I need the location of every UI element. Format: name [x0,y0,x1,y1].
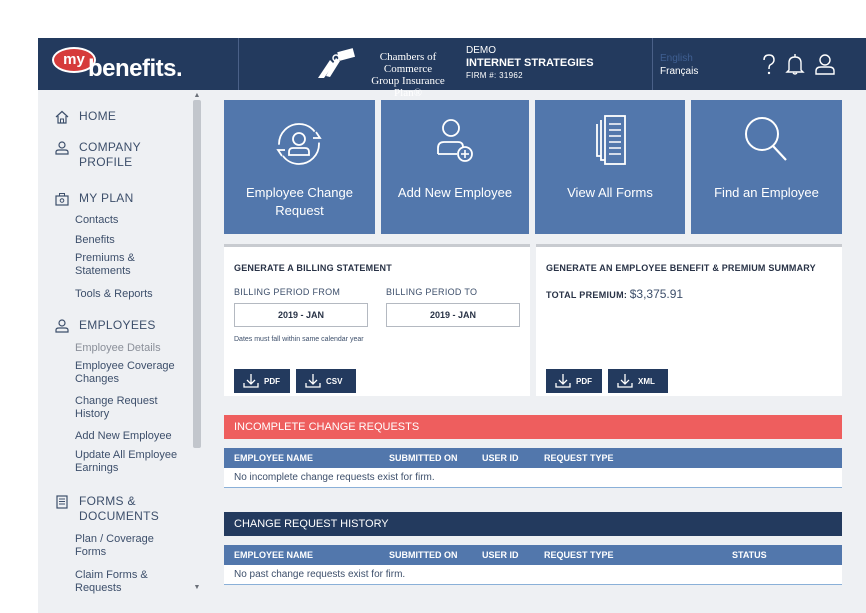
demo-label: DEMO [466,45,496,56]
tile-view-all-forms[interactable]: View All Forms [535,100,685,234]
sidebar-label-company: COMPANY PROFILE [79,140,199,170]
col-request-type[interactable]: REQUEST TYPE [544,448,614,468]
chamber-line-2: Group Insurance Plan® [371,75,445,99]
summary-pdf-button[interactable]: PDF [546,369,602,393]
top-header: my benefits. Chambers of Commerce Group … [38,38,866,99]
sidebar-item-contacts[interactable]: Contacts [75,214,189,227]
sidebar-item-employee-details[interactable]: Employee Details [75,342,189,355]
billing-from-select[interactable]: 2019 - JAN [234,303,368,327]
sidebar-label-employees: EMPLOYEES [79,318,156,332]
sidebar-label-company-line1: COMPANY [79,140,141,154]
summary-xml-label: XML [638,377,655,386]
firm-name: INTERNET STRATEGIES [466,57,594,69]
tile-label-find-employee: Find an Employee [714,185,819,200]
firm-info: DEMO INTERNET STRATEGIES FIRM #: 31962 [466,45,594,82]
lang-french-link[interactable]: Français [660,65,698,78]
sidebar-item-coverage-changes[interactable]: Employee Coverage Changes [75,360,189,386]
sidebar-item-plan-coverage-forms[interactable]: Plan / Coverage Forms [75,533,165,559]
total-premium-value: $3,375.91 [629,287,684,301]
header-divider [238,38,239,90]
billing-csv-button[interactable]: CSV [296,369,356,393]
incomplete-table-header: EMPLOYEE NAME SUBMITTED ON USER ID REQUE… [224,448,842,468]
benefit-summary-card: GENERATE AN EMPLOYEE BENEFIT & PREMIUM S… [536,244,842,396]
sidebar-item-update-earnings[interactable]: Update All Employee Earnings [75,449,189,475]
sidebar-item-add-new-employee[interactable]: Add New Employee [75,430,189,443]
forms-icon [596,115,626,165]
sidebar-label-forms: FORMS & DOCUMENTS [79,494,199,524]
bell-icon[interactable] [784,52,806,76]
billing-card-title: GENERATE A BILLING STATEMENT [234,263,392,273]
billing-statement-card: GENERATE A BILLING STATEMENT BILLING PER… [224,244,530,396]
sidebar-item-tools-reports[interactable]: Tools & Reports [75,288,189,301]
col-request-type[interactable]: REQUEST TYPE [544,545,614,565]
person-icon [55,319,69,333]
home-icon [55,110,69,124]
billing-pdf-button[interactable]: PDF [234,369,290,393]
col-user-id[interactable]: USER ID [482,545,519,565]
sidebar-item-benefits[interactable]: Benefits [75,234,189,247]
col-status[interactable]: STATUS [732,545,767,565]
mybenefits-logo[interactable]: my benefits. [52,45,212,83]
tile-label-view-forms: View All Forms [567,185,653,200]
col-employee-name[interactable]: EMPLOYEE NAME [234,448,313,468]
scroll-up-arrow-icon[interactable]: ▲ [193,92,201,100]
download-icon [555,374,571,388]
col-user-id[interactable]: USER ID [482,448,519,468]
history-table-header: EMPLOYEE NAME SUBMITTED ON USER ID REQUE… [224,545,842,565]
change-request-icon [276,123,322,165]
tile-employee-change-request[interactable]: Employee Change Request [224,100,375,234]
help-icon[interactable] [758,52,780,76]
firm-number: FIRM #: 31962 [466,71,523,80]
sidebar-item-change-request-history[interactable]: Change Request History [75,395,165,421]
history-empty-row: No past change requests exist for firm. [224,565,842,585]
sidebar-label-my-plan: MY PLAN [79,191,134,205]
billing-pdf-label: PDF [264,377,280,386]
user-icon[interactable] [814,52,836,76]
search-icon [745,117,787,161]
tile-label-change-request: Employee Change Request [246,185,353,218]
summary-xml-button[interactable]: XML [608,369,668,393]
language-switch: English Français [660,52,698,78]
app-window: my benefits. Chambers of Commerce Group … [38,38,866,613]
person-icon [55,141,69,155]
sidebar-label-forms-line2: DOCUMENTS [79,509,160,523]
incomplete-empty-row: No incomplete change requests exist for … [224,468,842,488]
logo-wordmark: benefits. [88,55,183,82]
sidebar-label-home: HOME [79,109,117,123]
tile-add-new-employee[interactable]: Add New Employee [381,100,529,234]
summary-pdf-label: PDF [576,377,592,386]
total-premium-line: TOTAL PREMIUM: $3,375.91 [546,287,683,301]
incomplete-requests-header: INCOMPLETE CHANGE REQUESTS [224,415,842,439]
chamber-keys-icon [318,48,356,78]
sidebar-item-claim-forms[interactable]: Claim Forms & Requests [75,569,165,595]
billing-from-label: BILLING PERIOD FROM [234,287,341,297]
billing-to-label: BILLING PERIOD TO [386,287,478,297]
sidebar-scroll-thumb[interactable] [193,100,201,448]
billing-date-note: Dates must fall within same calendar yea… [234,336,364,343]
chamber-plan-name: Chambers of Commerce Group Insurance Pla… [356,51,460,99]
scroll-down-arrow-icon[interactable]: ▼ [193,584,201,592]
download-icon [305,374,321,388]
sidebar-label-company-line2: PROFILE [79,155,133,169]
sidebar-item-premiums-statements[interactable]: Premiums & Statements [75,252,155,278]
header-divider [652,38,653,90]
lang-english-link[interactable]: English [660,52,698,65]
col-submitted-on[interactable]: SUBMITTED ON [389,545,458,565]
add-user-icon [437,119,473,162]
summary-card-title: GENERATE AN EMPLOYEE BENEFIT & PREMIUM S… [546,263,816,273]
total-premium-label: TOTAL PREMIUM: [546,290,628,300]
col-employee-name[interactable]: EMPLOYEE NAME [234,545,313,565]
billing-to-select[interactable]: 2019 - JAN [386,303,520,327]
download-icon [243,374,259,388]
sidebar-label-forms-line1: FORMS & [79,494,136,508]
tile-label-add-employee: Add New Employee [397,185,513,200]
chamber-line-1: Chambers of Commerce [379,51,437,75]
billing-csv-label: CSV [326,377,343,386]
history-header: CHANGE REQUEST HISTORY [224,512,842,536]
col-submitted-on[interactable]: SUBMITTED ON [389,448,458,468]
tile-find-employee[interactable]: Find an Employee [691,100,842,234]
briefcase-icon [55,193,69,206]
download-icon [617,374,633,388]
document-icon [56,495,68,509]
